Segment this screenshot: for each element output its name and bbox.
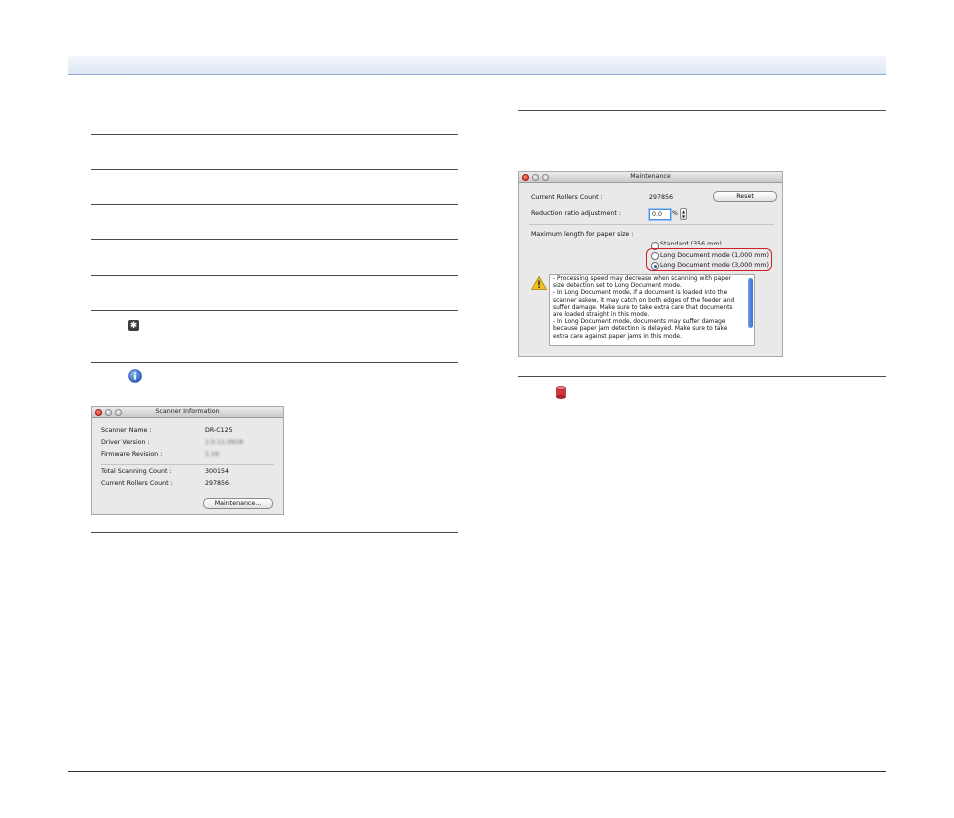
notes-scrollbar[interactable]	[748, 278, 753, 328]
reduction-ratio-stepper[interactable]: ▲ ▼	[680, 208, 687, 220]
rollers-count-label: Current Rollers Count :	[531, 194, 603, 201]
footer-rule	[68, 771, 886, 772]
maintenance-window: Maintenance Current Rollers Count : 2978…	[518, 171, 783, 357]
note-line: scanner askew, it may catch on both edge…	[553, 297, 735, 304]
window-titlebar: Scanner Information	[92, 407, 283, 418]
note-line: size detection set to Long Document mode…	[553, 283, 682, 290]
scanner-name-label: Scanner Name :	[101, 427, 152, 434]
database-icon	[556, 386, 566, 399]
window-titlebar: Maintenance	[519, 172, 782, 183]
close-icon[interactable]	[95, 409, 102, 416]
max-length-label: Maximum length for paper size :	[531, 231, 634, 238]
right-rule-2	[518, 376, 886, 377]
maintenance-button[interactable]: Maintenance...	[203, 498, 273, 509]
long-document-highlight	[646, 248, 772, 271]
reduction-unit: %	[672, 210, 678, 217]
firmware-revision-label: Firmware Revision :	[101, 451, 163, 458]
zoom-icon[interactable]	[115, 409, 122, 416]
reduction-ratio-label: Reduction ratio adjustment :	[531, 210, 621, 217]
current-rollers-count-label: Current Rollers Count :	[101, 480, 173, 487]
left-rule-3	[91, 204, 458, 205]
driver-version-value: 1.0.11.0918	[205, 439, 244, 446]
note-line: are loaded straight in this mode.	[553, 312, 650, 319]
left-rule-5	[91, 275, 458, 276]
left-rule-7	[91, 362, 458, 363]
window-separator	[529, 224, 774, 225]
scanner-information-window: Scanner Information Scanner Name : DR-C1…	[91, 406, 284, 515]
page-header-bar	[68, 56, 886, 75]
reset-button[interactable]: Reset	[713, 191, 777, 202]
note-line: extra care against paper jams in this mo…	[553, 333, 682, 340]
left-rule-4	[91, 239, 458, 240]
window-separator	[101, 464, 274, 465]
left-rule-2	[91, 169, 458, 170]
minimize-icon[interactable]	[105, 409, 112, 416]
warning-icon	[531, 276, 547, 290]
zoom-icon[interactable]	[542, 174, 549, 181]
left-rule-1	[91, 134, 458, 135]
firmware-revision-value: 1.16	[205, 451, 220, 458]
note-line: - In Long Document mode, documents may s…	[553, 319, 726, 326]
note-line: suffer damage. Make sure to take extra c…	[553, 304, 733, 311]
left-rule-6	[91, 310, 458, 311]
current-rollers-count-value: 297856	[205, 480, 230, 487]
long-document-notes: - Processing speed may decrease when sca…	[549, 274, 755, 346]
rollers-count-value: 297856	[649, 194, 674, 201]
note-line: because paper jam detection is delayed. …	[553, 326, 728, 333]
left-rule-8	[91, 532, 458, 533]
note-line: - In Long Document mode, if a document i…	[553, 290, 728, 297]
close-icon[interactable]	[522, 174, 529, 181]
info-icon	[128, 369, 142, 383]
reduction-ratio-input[interactable]: 0.0	[649, 209, 671, 220]
driver-version-label: Driver Version :	[101, 439, 150, 446]
right-rule-1	[518, 110, 886, 111]
gear-icon: ✱	[128, 320, 139, 331]
window-title: Scanner Information	[155, 408, 220, 415]
scanner-name-value: DR-C125	[205, 427, 233, 434]
note-line: - Processing speed may decrease when sca…	[553, 276, 732, 282]
total-scanning-count-value: 300154	[205, 468, 230, 475]
total-scanning-count-label: Total Scanning Count :	[101, 468, 172, 475]
window-title: Maintenance	[630, 173, 671, 180]
minimize-icon[interactable]	[532, 174, 539, 181]
